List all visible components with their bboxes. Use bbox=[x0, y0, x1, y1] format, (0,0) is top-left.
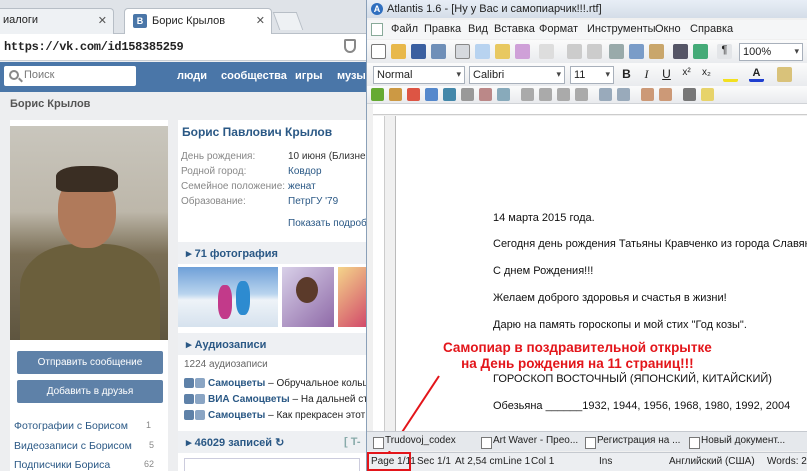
photos-section-header[interactable]: ▸ 71 фотография bbox=[178, 242, 366, 264]
audio-artist[interactable]: Самоцветы bbox=[208, 378, 265, 389]
status-bar: Page 1/11 Sec 1/1 At 2,54 cm Line 1 Col … bbox=[367, 452, 807, 471]
full-name: Борис Павлович Крылов bbox=[182, 125, 333, 139]
tab-dialogs[interactable]: иалоги ✕ bbox=[0, 8, 114, 34]
browser-window: иалоги ✕ B Борис Крылов ✕ https://vk.com/… bbox=[0, 0, 366, 471]
info-label: День рождения: bbox=[181, 151, 256, 162]
nav-music[interactable]: музы bbox=[337, 70, 366, 82]
document-tab[interactable]: Art Waver - Прео... bbox=[479, 435, 579, 450]
audio-artist[interactable]: ВИА Самоцветы bbox=[208, 394, 290, 405]
link-label: Подписчики Бориса bbox=[14, 459, 111, 471]
status-insert-mode[interactable]: Ins bbox=[599, 456, 612, 467]
vk-header: Поиск люди сообщества игры музы bbox=[0, 62, 366, 92]
photo-body bbox=[20, 244, 160, 340]
status-line: Line 1 bbox=[503, 456, 531, 467]
photo-thumbnail[interactable] bbox=[338, 267, 366, 327]
photo-thumbnail[interactable] bbox=[178, 267, 278, 327]
photo-hair bbox=[56, 166, 118, 192]
left-link-photos[interactable]: Фотографии с Борисом 1 bbox=[14, 420, 164, 432]
audio-item[interactable]: ВИА Самоцветы – На дальней ст bbox=[184, 394, 366, 405]
annotation-arrow bbox=[388, 375, 440, 453]
play-icon[interactable] bbox=[184, 394, 194, 405]
play-icon[interactable] bbox=[184, 378, 194, 389]
nav-communities[interactable]: сообщества bbox=[221, 70, 287, 82]
close-icon[interactable]: ✕ bbox=[98, 14, 107, 27]
left-column: Отправить сообщение Добавить в друзья Фо… bbox=[10, 120, 168, 471]
info-value-hometown[interactable]: Ковдор bbox=[288, 166, 322, 177]
wall-post-input[interactable] bbox=[184, 458, 360, 471]
search-input[interactable]: Поиск bbox=[4, 66, 136, 86]
search-icon bbox=[9, 70, 19, 80]
close-icon[interactable]: ✕ bbox=[256, 14, 265, 27]
info-value-education[interactable]: ПетрГУ '79 bbox=[288, 196, 338, 207]
audio-count: 1224 аудиозаписи bbox=[184, 359, 268, 370]
document-tab[interactable]: Trudovoj_codex bbox=[371, 435, 475, 450]
add-friend-button[interactable]: Добавить в друзья bbox=[17, 380, 163, 403]
tab-label: иалоги bbox=[3, 14, 39, 26]
audio-item[interactable]: Самоцветы – Как прекрасен этот bbox=[184, 410, 366, 421]
vk-logo-icon: B bbox=[133, 14, 147, 28]
dropdown-icon[interactable] bbox=[195, 378, 205, 389]
status-position: At 2,54 cm bbox=[455, 456, 503, 467]
dropdown-icon[interactable] bbox=[195, 394, 205, 405]
status-column: Col 1 bbox=[531, 456, 555, 467]
link-label: Фотографии с Борисом bbox=[14, 420, 128, 432]
document-tabs: Trudovoj_codex Art Waver - Прео... Регис… bbox=[367, 431, 807, 451]
left-link-followers[interactable]: Подписчики Бориса 62 bbox=[14, 459, 164, 471]
info-label: Родной город: bbox=[181, 166, 247, 177]
photos-header-label: 71 фотография bbox=[194, 248, 278, 260]
status-words: Words: 2 bbox=[767, 456, 807, 467]
audio-artist[interactable]: Самоцветы bbox=[208, 410, 265, 421]
info-value-birthday: 10 июня (Близне bbox=[288, 151, 366, 162]
send-message-button[interactable]: Отправить сообщение bbox=[17, 351, 163, 374]
wall-header-label: 46029 записей bbox=[194, 437, 273, 449]
status-language[interactable]: Английский (США) bbox=[669, 456, 755, 467]
link-label: Видеозаписи с Борисом bbox=[14, 440, 132, 452]
audio-title: Обручальное кольц bbox=[276, 378, 366, 389]
audio-title: Как прекрасен этот bbox=[276, 410, 366, 421]
tab-label: Борис Крылов bbox=[152, 14, 226, 27]
profile-info: Борис Павлович Крылов День рождения: 10 … bbox=[178, 120, 366, 471]
document-tab[interactable]: Регистрация на ... bbox=[583, 435, 683, 450]
link-count: 1 bbox=[146, 420, 152, 430]
status-section: Sec 1/1 bbox=[417, 456, 451, 467]
show-details-link[interactable]: Показать подроб bbox=[288, 218, 366, 229]
link-count: 5 bbox=[149, 440, 155, 450]
photo-thumbnail[interactable] bbox=[282, 267, 334, 327]
tab-profile[interactable]: B Борис Крылов ✕ bbox=[124, 8, 272, 34]
nav-games[interactable]: игры bbox=[295, 70, 322, 82]
page-count-highlight bbox=[367, 452, 411, 471]
document-tab[interactable]: Новый документ... bbox=[687, 435, 787, 450]
search-placeholder: Поиск bbox=[24, 69, 55, 81]
audio-title: На дальней ст bbox=[300, 394, 366, 405]
info-value-family[interactable]: женат bbox=[288, 181, 316, 192]
play-icon[interactable] bbox=[184, 410, 194, 421]
profile-header-name: Борис Крылов bbox=[10, 98, 91, 110]
audio-header-label: Аудиозаписи bbox=[194, 339, 267, 351]
tab-bar: иалоги ✕ B Борис Крылов ✕ bbox=[0, 0, 366, 34]
wall-tag: [ T- bbox=[344, 436, 361, 448]
wall-section-header[interactable]: ▸ 46029 записей ↻[ T- bbox=[178, 431, 366, 453]
address-bar[interactable]: https://vk.com/id158385259 bbox=[0, 34, 366, 61]
shield-icon[interactable] bbox=[344, 39, 356, 53]
editor-window: Atlantis 1.6 - [Ну у Вас и самопиарчик!!… bbox=[366, 0, 807, 471]
nav-people[interactable]: люди bbox=[177, 70, 207, 82]
dropdown-icon[interactable] bbox=[195, 410, 205, 421]
audio-item[interactable]: Самоцветы – Обручальное кольц bbox=[184, 378, 366, 389]
audio-section-header[interactable]: ▸ Аудиозаписи bbox=[178, 333, 366, 355]
info-label: Семейное положение: bbox=[181, 181, 286, 192]
left-link-videos[interactable]: Видеозаписи с Борисом 5 bbox=[14, 440, 164, 452]
new-tab-button[interactable] bbox=[272, 12, 304, 30]
link-count: 62 bbox=[144, 459, 155, 469]
info-label: Образование: bbox=[181, 196, 246, 207]
refresh-icon[interactable]: ↻ bbox=[275, 437, 284, 449]
profile-photo[interactable] bbox=[10, 126, 168, 340]
